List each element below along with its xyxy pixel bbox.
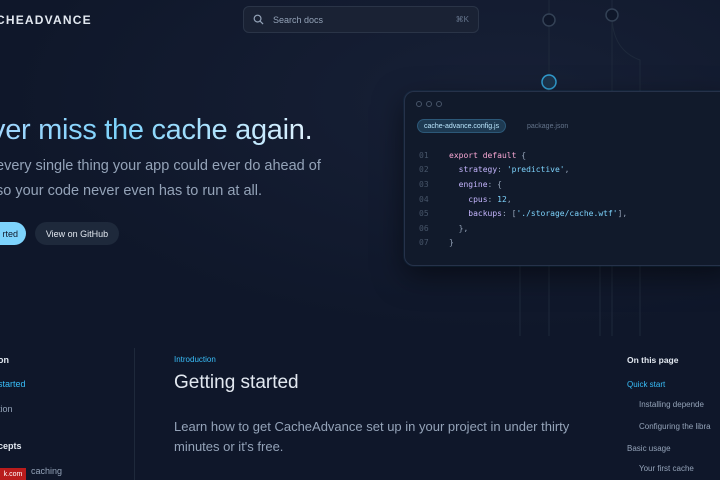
toc-item-installing[interactable]: Installing depende <box>639 400 704 409</box>
sidebar-heading: on <box>0 355 9 365</box>
code-token: } <box>449 238 454 248</box>
window-dot-icon <box>426 101 432 107</box>
get-started-button[interactable]: rted <box>0 222 26 245</box>
hero-headline: ver miss the cache again. <box>0 114 313 147</box>
hero-subtitle-line: every single thing your app could ever d… <box>0 158 321 174</box>
line-number: 04 <box>419 194 429 204</box>
code-line: 07} <box>419 236 627 251</box>
code-line: 05 backups: ['./storage/cache.wtf'], <box>419 206 627 221</box>
sidebar-divider <box>134 348 135 480</box>
window-dots <box>416 101 442 107</box>
code-token: ], <box>617 209 628 219</box>
search-input[interactable]: Search docs ⌘K <box>243 6 479 33</box>
toc-item-quick-start[interactable]: Quick start <box>627 380 665 389</box>
code-token: : [ <box>501 209 517 219</box>
hero: CHEADVANCE Search docs ⌘K ver miss the c… <box>0 0 720 336</box>
code-token: engine <box>458 179 488 189</box>
toc-item-basic-usage[interactable]: Basic usage <box>627 444 671 453</box>
code-line: 01 export default { <box>419 148 627 163</box>
code-token: 12 <box>497 194 507 204</box>
code-token: { <box>521 150 527 160</box>
sidebar-item-getting-started[interactable]: started <box>0 379 26 389</box>
tab-package-json[interactable]: package.json <box>527 119 568 133</box>
toc-item-first-cache[interactable]: Your first cache <box>639 464 694 473</box>
search-placeholder: Search docs <box>273 14 324 25</box>
code-card: cache-advance.config.js package.json 01 e… <box>404 91 720 266</box>
toc-item-configuring[interactable]: Configuring the libra <box>639 422 711 431</box>
code-token: }, <box>449 223 469 233</box>
code-line: 03 engine: { <box>419 177 627 192</box>
logo[interactable]: CHEADVANCE <box>0 13 92 27</box>
code-token: : <box>497 165 507 175</box>
line-number: 06 <box>419 223 429 233</box>
page-title: Getting started <box>174 372 299 393</box>
breadcrumb[interactable]: Introduction <box>174 355 216 364</box>
code-token: 'predictive' <box>506 165 565 175</box>
code-token: , <box>564 165 570 175</box>
line-number: 03 <box>419 179 429 189</box>
search-icon <box>253 13 267 27</box>
code-token: strategy <box>458 165 498 175</box>
code-token: './storage/cache.wtf' <box>516 209 618 219</box>
window-dot-icon <box>416 101 422 107</box>
code-token: backups <box>468 209 502 219</box>
line-number: 01 <box>419 150 429 160</box>
page-intro: Learn how to get CacheAdvance set up in … <box>174 419 570 454</box>
sidebar-item-installation[interactable]: tion <box>0 404 13 414</box>
code-token: cpus <box>468 194 488 204</box>
code-block: 01 export default {02 strategy: 'predicti… <box>419 148 627 250</box>
page: CHEADVANCE Search docs ⌘K ver miss the c… <box>0 0 720 480</box>
view-on-github-button[interactable]: View on GitHub <box>35 222 119 245</box>
tab-config-file[interactable]: cache-advance.config.js <box>417 119 507 133</box>
window-dot-icon <box>436 101 442 107</box>
corner-badge: k.com <box>0 468 26 480</box>
hero-subtitle-line: so your code never even has to run at al… <box>0 183 262 199</box>
line-number: 02 <box>419 165 429 175</box>
code-token: , <box>506 194 512 204</box>
toc-heading: On this page <box>627 355 679 365</box>
code-line: 04 cpus: 12, <box>419 192 627 207</box>
sidebar-heading: cepts <box>0 441 22 451</box>
docs-section: on started tion cepts caching Introducti… <box>0 336 720 480</box>
code-token: : { <box>487 179 502 189</box>
code-line: 02 strategy: 'predictive', <box>419 163 627 178</box>
sidebar-item-caching[interactable]: caching <box>31 466 62 476</box>
line-number: 07 <box>419 238 429 248</box>
line-number: 05 <box>419 209 429 219</box>
code-token: export default <box>449 150 522 160</box>
code-token: : <box>487 194 498 204</box>
code-line: 06 }, <box>419 221 627 236</box>
search-shortcut: ⌘K <box>455 15 469 24</box>
hero-subtitle: every single thing your app could ever d… <box>0 154 376 204</box>
